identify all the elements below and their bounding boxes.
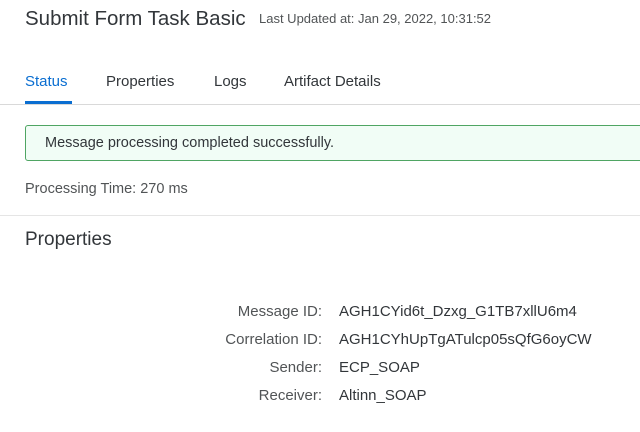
properties-section-title: Properties: [25, 229, 112, 250]
property-label: Sender:: [269, 359, 322, 376]
page-header: Submit Form Task Basic Last Updated at: …: [25, 0, 640, 40]
property-label: Message ID:: [237, 303, 322, 320]
tab-status[interactable]: Status: [25, 73, 68, 90]
success-message-text: Message processing completed successfull…: [45, 135, 335, 151]
property-value: AGH1CYid6t_Dzxg_G1TB7xllU6m4: [339, 303, 577, 320]
property-label: Receiver:: [258, 387, 322, 404]
property-row-message-id: Message ID: AGH1CYid6t_Dzxg_G1TB7xllU6m4: [0, 303, 640, 325]
processing-time: Processing Time: 270 ms: [25, 181, 188, 197]
property-value: Altinn_SOAP: [339, 387, 427, 404]
property-row-correlation-id: Correlation ID: AGH1CYhUpTgATulcp05sQfG6…: [0, 331, 640, 353]
property-value: AGH1CYhUpTgATulcp05sQfG6oyCW: [339, 331, 592, 348]
tab-logs[interactable]: Logs: [214, 73, 247, 90]
tab-properties[interactable]: Properties: [106, 73, 174, 90]
section-divider: [0, 215, 640, 216]
property-row-sender: Sender: ECP_SOAP: [0, 359, 640, 381]
property-row-receiver: Receiver: Altinn_SOAP: [0, 387, 640, 409]
tab-bar: Status Properties Logs Artifact Details: [0, 58, 640, 105]
property-value: ECP_SOAP: [339, 359, 420, 376]
tab-artifact-details[interactable]: Artifact Details: [284, 73, 381, 90]
page-title: Submit Form Task Basic: [25, 7, 246, 30]
message-detail-page: Submit Form Task Basic Last Updated at: …: [0, 0, 640, 432]
processing-time-label: Processing Time:: [25, 181, 137, 197]
success-message-strip: Message processing completed successfull…: [25, 125, 640, 161]
processing-time-value: 270 ms: [140, 181, 188, 197]
last-updated-text: Last Updated at: Jan 29, 2022, 10:31:52: [259, 11, 492, 26]
active-tab-indicator: [25, 101, 72, 104]
property-label: Correlation ID:: [225, 331, 322, 348]
